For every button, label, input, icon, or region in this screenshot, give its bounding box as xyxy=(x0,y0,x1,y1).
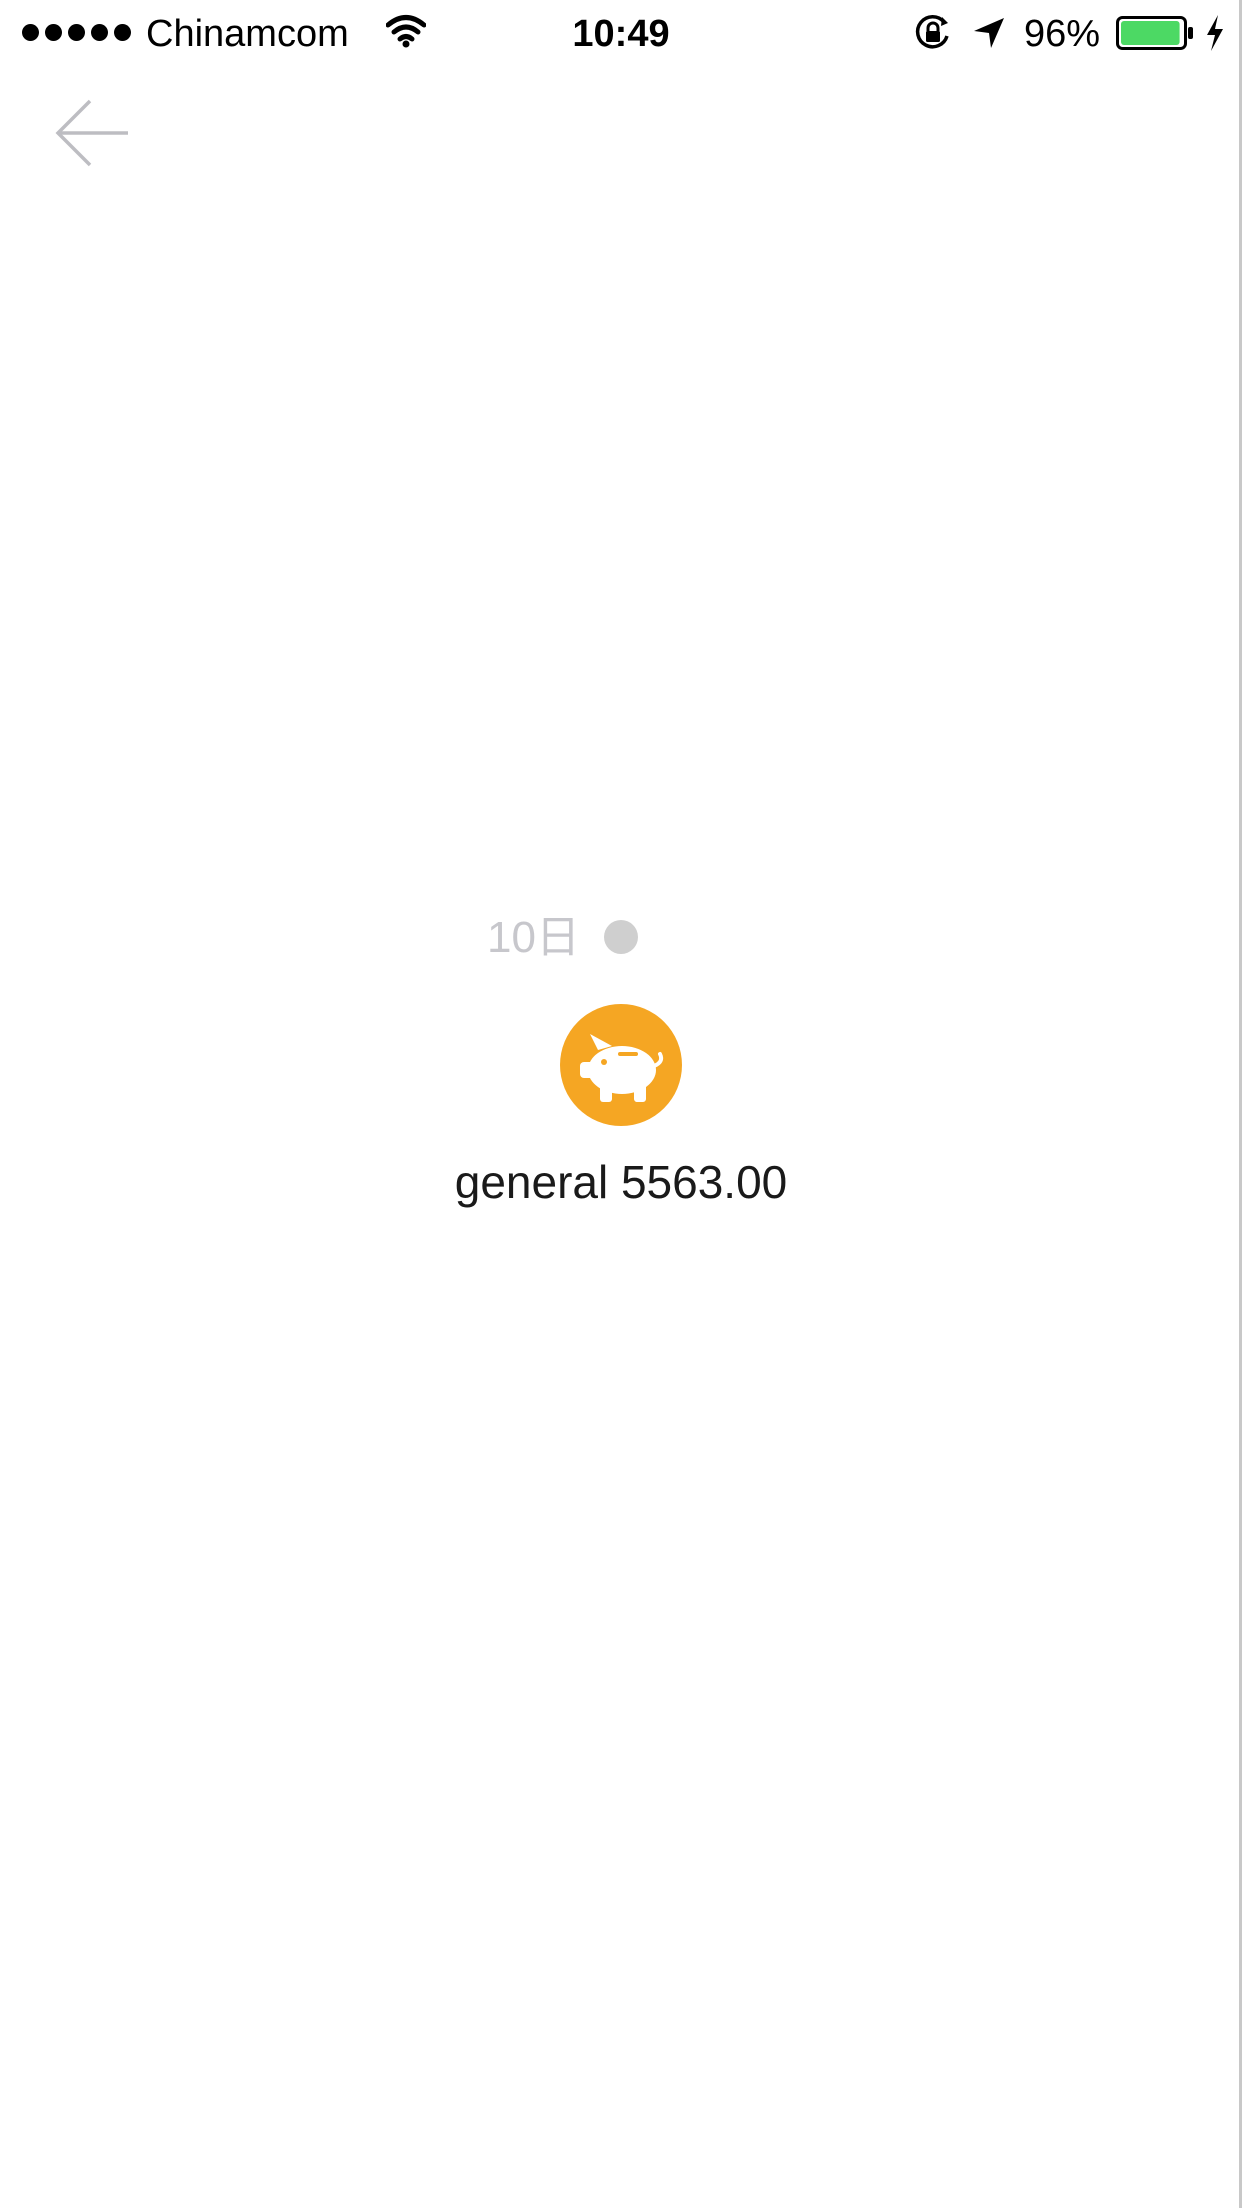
timeline-entry: 10日 general 5563.00 xyxy=(0,900,1242,1220)
location-arrow-icon xyxy=(974,18,1004,48)
piggy-bank-icon xyxy=(580,1034,664,1102)
screen: Chinamcom 10:49 96% 10日 general 5563.00 xyxy=(0,0,1242,2208)
category-icon-button[interactable] xyxy=(560,1004,682,1126)
battery-icon xyxy=(1116,16,1193,50)
battery-percentage: 96% xyxy=(1024,13,1101,55)
status-bar: Chinamcom 10:49 96% xyxy=(0,0,1242,66)
timeline-dot xyxy=(604,920,638,954)
arrow-left-icon xyxy=(55,99,128,167)
entry-date: 10日 xyxy=(487,913,580,962)
entry-label: general 5563.00 xyxy=(454,1156,788,1208)
charging-bolt-icon xyxy=(1207,15,1223,51)
battery-level-fill xyxy=(1121,21,1180,45)
rotation-lock-icon xyxy=(915,15,949,49)
back-button[interactable] xyxy=(52,94,138,180)
